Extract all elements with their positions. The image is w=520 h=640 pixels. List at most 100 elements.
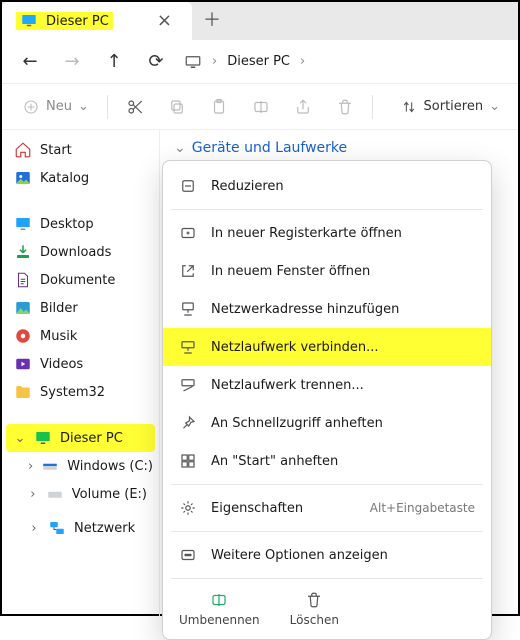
download-icon xyxy=(14,243,32,261)
scissors-icon xyxy=(126,98,144,116)
context-item-properties[interactable]: Eigenschaften Alt+Eingabetaste xyxy=(163,489,491,527)
address-location: Dieser PC xyxy=(227,54,290,69)
separator xyxy=(372,95,373,119)
sidebar-item-musik[interactable]: Musik xyxy=(6,322,155,350)
drive-disconnect-icon xyxy=(179,376,197,394)
expand-toggle[interactable]: › xyxy=(28,521,40,536)
context-item-open-new-window[interactable]: In neuem Fenster öffnen xyxy=(163,252,491,290)
expand-toggle[interactable]: › xyxy=(28,459,33,474)
tree-item-label: Windows (C:) xyxy=(67,459,153,474)
new-button[interactable]: Neu ⌄ xyxy=(12,91,99,123)
tree-item-drive-c[interactable]: › Windows (C:) xyxy=(6,452,155,480)
picture-icon xyxy=(14,299,32,317)
context-item-label: Netzwerkadresse hinzufügen xyxy=(211,302,475,317)
new-tab-button[interactable]: ＋ xyxy=(192,2,232,40)
back-button[interactable]: ← xyxy=(12,46,48,78)
rename-icon xyxy=(252,98,270,116)
sidebar-item-katalog[interactable]: Katalog xyxy=(6,164,155,192)
document-icon xyxy=(14,271,32,289)
sidebar-item-system32[interactable]: System32 xyxy=(6,378,155,406)
context-item-add-network-location[interactable]: Netzwerkadresse hinzufügen xyxy=(163,290,491,328)
clipboard-icon xyxy=(210,98,228,116)
sidebar-item-desktop[interactable]: Desktop xyxy=(6,210,155,238)
rename-button[interactable] xyxy=(242,91,280,123)
context-item-shortcut: Alt+Eingabetaste xyxy=(370,501,475,515)
share-button[interactable] xyxy=(284,91,322,123)
context-item-collapse[interactable]: Reduzieren xyxy=(163,167,491,205)
properties-icon xyxy=(179,499,197,517)
up-button[interactable]: ↑ xyxy=(96,46,132,78)
separator xyxy=(171,484,483,485)
music-icon xyxy=(14,327,32,345)
sidebar-item-label: System32 xyxy=(40,385,105,400)
expand-toggle[interactable]: › xyxy=(28,487,38,502)
new-label: Neu xyxy=(46,99,72,114)
rename-icon xyxy=(210,591,228,609)
paste-button[interactable] xyxy=(200,91,238,123)
context-menu: Reduzieren In neuer Registerkarte öffnen… xyxy=(162,160,492,640)
sidebar-item-label: Katalog xyxy=(40,171,89,186)
share-icon xyxy=(294,98,312,116)
context-item-label: Weitere Optionen anzeigen xyxy=(211,548,475,563)
delete-button[interactable] xyxy=(326,91,364,123)
sidebar-item-label: Musik xyxy=(40,329,77,344)
sort-label: Sortieren xyxy=(424,99,484,114)
context-item-open-new-tab[interactable]: In neuer Registerkarte öffnen xyxy=(163,214,491,252)
sidebar-item-downloads[interactable]: Downloads xyxy=(6,238,155,266)
monitor-icon xyxy=(20,12,38,30)
video-icon xyxy=(14,355,32,373)
trash-icon xyxy=(336,98,354,116)
tree-item-this-pc[interactable]: ⌄ Dieser PC xyxy=(6,424,155,452)
main-area: Start Katalog Desktop Downloads Dokument… xyxy=(2,130,518,616)
chevron-right-icon[interactable]: › xyxy=(300,54,305,69)
context-item-label: In neuer Registerkarte öffnen xyxy=(211,226,475,241)
context-item-label: Netzlaufwerk verbinden... xyxy=(211,340,475,355)
context-item-more-options[interactable]: Weitere Optionen anzeigen xyxy=(163,536,491,574)
context-item-disconnect-network-drive[interactable]: Netzlaufwerk trennen... xyxy=(163,366,491,404)
drive-icon xyxy=(41,457,59,475)
network-add-icon xyxy=(179,300,197,318)
tab-title: Dieser PC xyxy=(46,14,109,29)
sidebar-item-label: Desktop xyxy=(40,217,94,232)
nav-bar: ← → ↑ ⟳ › Dieser PC › xyxy=(2,40,518,84)
desktop-icon xyxy=(14,215,32,233)
context-action-delete[interactable]: Löschen xyxy=(290,591,339,627)
pin-icon xyxy=(179,414,197,432)
context-item-pin-start[interactable]: An "Start" anheften xyxy=(163,442,491,480)
sidebar-item-dokumente[interactable]: Dokumente xyxy=(6,266,155,294)
refresh-button[interactable]: ⟳ xyxy=(138,46,174,78)
section-title: Geräte und Laufwerke xyxy=(192,140,347,156)
tree-item-drive-e[interactable]: › Volume (E:) xyxy=(6,480,155,508)
copy-icon xyxy=(168,98,186,116)
tab-bar: Dieser PC × ＋ xyxy=(2,2,518,40)
sidebar-item-label: Start xyxy=(40,143,72,158)
copy-button[interactable] xyxy=(158,91,196,123)
close-tab-button[interactable]: × xyxy=(151,10,178,32)
tree-item-network[interactable]: › Netzwerk xyxy=(6,514,155,542)
monitor-icon xyxy=(184,53,202,71)
sidebar-item-videos[interactable]: Videos xyxy=(6,350,155,378)
context-item-pin-quick-access[interactable]: An Schnellzugriff anheften xyxy=(163,404,491,442)
expand-toggle[interactable]: ⌄ xyxy=(14,431,26,446)
tab-plus-icon xyxy=(179,224,197,242)
sidebar-item-start[interactable]: Start xyxy=(6,136,155,164)
address-bar[interactable]: › Dieser PC › xyxy=(180,53,305,71)
navigation-pane: Start Katalog Desktop Downloads Dokument… xyxy=(2,130,160,616)
sidebar-item-bilder[interactable]: Bilder xyxy=(6,294,155,322)
sort-icon xyxy=(400,98,418,116)
gallery-icon xyxy=(14,169,32,187)
sidebar-item-label: Videos xyxy=(40,357,83,372)
plus-circle-icon xyxy=(22,98,40,116)
context-action-rename[interactable]: Umbenennen xyxy=(179,591,260,627)
context-item-label: In neuem Fenster öffnen xyxy=(211,264,475,279)
cut-button[interactable] xyxy=(116,91,154,123)
command-bar: Neu ⌄ Sortieren ⌄ xyxy=(2,84,518,130)
context-item-label: An "Start" anheften xyxy=(211,454,475,469)
active-tab[interactable]: Dieser PC × xyxy=(2,2,192,40)
context-item-label: Reduzieren xyxy=(211,179,475,194)
context-item-map-network-drive[interactable]: Netzlaufwerk verbinden... xyxy=(163,328,491,366)
chevron-down-icon: ⌄ xyxy=(78,99,89,114)
sort-button[interactable]: Sortieren ⌄ xyxy=(392,98,508,116)
forward-button[interactable]: → xyxy=(54,46,90,78)
tree-item-label: Dieser PC xyxy=(60,431,123,446)
